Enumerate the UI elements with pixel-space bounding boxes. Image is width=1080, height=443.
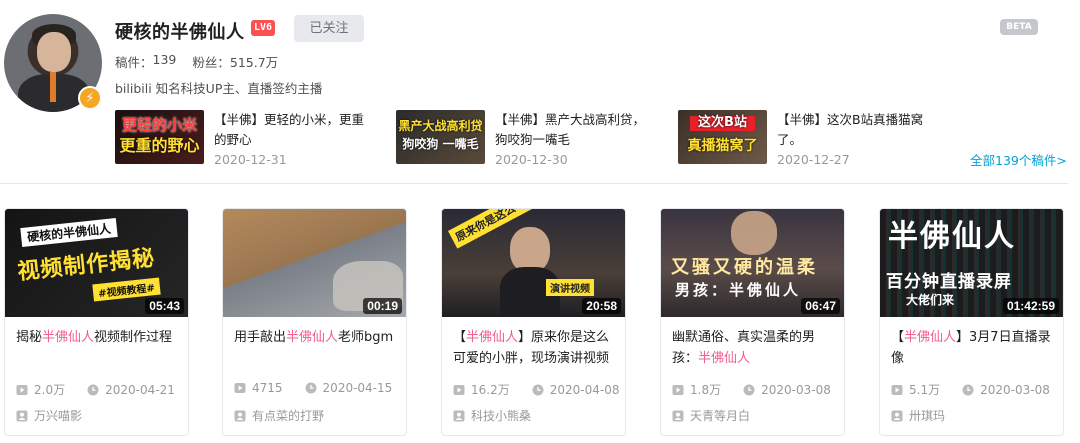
uploader-line[interactable]: 天青等月白: [672, 407, 750, 424]
video-duration: 05:43: [145, 298, 184, 314]
video-duration: 00:19: [363, 298, 402, 314]
uploader-name[interactable]: 卅琪玛: [909, 407, 945, 424]
thumbnail-text: 这次B站: [690, 115, 755, 131]
play-count: 4715: [252, 381, 283, 395]
recent-video-date: 2020-12-27: [777, 152, 850, 167]
play-count-icon: [891, 384, 903, 395]
video-meta: 2.0万 2020-04-21: [16, 381, 175, 398]
level-badge: LV6: [251, 20, 276, 36]
uploader-name[interactable]: 天青等月白: [690, 407, 750, 424]
uploader-icon: [891, 410, 903, 421]
publish-date: 2020-03-08: [761, 382, 831, 397]
play-count: 2.0万: [34, 383, 66, 397]
fans-count: 515.7万: [229, 55, 279, 70]
uploader-line[interactable]: 万兴喵影: [16, 407, 82, 424]
video-title[interactable]: 幽默通俗、真实温柔的男孩：半佛仙人: [661, 317, 844, 369]
recent-video-item[interactable]: 更轻的小米 更重的野心 【半佛】更轻的小米，更重的野心 2020-12-31: [115, 110, 364, 167]
video-cover[interactable]: 原来你是这么可爱的小胖 演讲视频 20:58: [442, 209, 625, 317]
clock-icon: [532, 384, 544, 395]
clock-icon: [962, 384, 974, 395]
video-cover[interactable]: 00:19: [223, 209, 406, 317]
video-card[interactable]: 又骚又硬的温柔 男孩：半佛仙人 06:47 幽默通俗、真实温柔的男孩：半佛仙人 …: [660, 208, 845, 436]
recent-video-date: 2020-12-31: [214, 152, 287, 167]
play-count-icon: [453, 384, 465, 395]
play-count: 1.8万: [690, 383, 722, 397]
all-videos-link[interactable]: 全部139个稿件>: [970, 150, 1067, 169]
video-meta: 4715 2020-04-15: [234, 381, 392, 395]
cover-tag: 演讲视频: [546, 279, 594, 296]
beta-badge: BETA: [1000, 19, 1038, 35]
video-cover[interactable]: 硬核的半佛仙人 视频制作揭秘 #视频教程# 05:43: [5, 209, 188, 317]
publish-date: 2020-04-21: [105, 382, 175, 397]
clock-icon: [743, 384, 755, 395]
play-count: 5.1万: [909, 383, 941, 397]
clock-icon: [87, 384, 99, 395]
uploader-icon: [672, 410, 684, 421]
video-meta: 1.8万 2020-03-08: [672, 381, 831, 398]
thumbnail-text: 更重的野心: [119, 136, 200, 155]
follow-button[interactable]: 已关注: [294, 15, 364, 42]
thumbnail-text: 更轻的小米: [121, 116, 197, 134]
recent-video-date: 2020-12-30: [495, 152, 568, 167]
uploader-line[interactable]: 卅琪玛: [891, 407, 945, 424]
user-avatar[interactable]: ⚡: [4, 14, 102, 112]
uploader-name[interactable]: 有点菜的打野: [252, 407, 324, 424]
publish-date: 2020-03-08: [980, 382, 1050, 397]
recent-video-thumbnail[interactable]: 更轻的小米 更重的野心: [115, 110, 204, 164]
video-title[interactable]: 【半佛仙人】3月7日直播录像: [880, 317, 1063, 369]
user-bio: bilibili 知名科技UP主、直播签约主播: [115, 81, 323, 96]
uploader-icon: [453, 410, 465, 421]
cover-text: 百分钟直播录屏: [886, 272, 1012, 292]
cover-text: 半佛仙人: [888, 219, 1016, 254]
cover-text: 大佬们来: [906, 293, 955, 307]
username[interactable]: 硬核的半佛仙人: [115, 18, 245, 44]
recent-video-title[interactable]: 【半佛】更轻的小米，更重的野心: [214, 110, 364, 150]
video-duration: 01:42:59: [1002, 298, 1059, 314]
publish-date: 2020-04-15: [322, 381, 393, 395]
play-count-icon: [234, 383, 246, 393]
video-duration: 20:58: [582, 298, 621, 314]
recent-video-thumbnail[interactable]: 黑产大战高利贷 狗咬狗 一嘴毛: [396, 110, 485, 164]
uploader-icon: [234, 410, 246, 421]
uploader-icon: [16, 410, 28, 421]
recent-video-thumbnail[interactable]: 这次B站 真播猫窝了: [678, 110, 767, 164]
video-cover[interactable]: 又骚又硬的温柔 男孩：半佛仙人 06:47: [661, 209, 844, 317]
uploader-name[interactable]: 万兴喵影: [34, 407, 82, 424]
video-meta: 5.1万 2020-03-08: [891, 381, 1050, 398]
video-title[interactable]: 用手敲出半佛仙人老师bgm: [223, 317, 406, 369]
play-count-icon: [672, 384, 684, 395]
video-meta: 16.2万 2020-04-08: [453, 381, 619, 398]
video-card[interactable]: 00:19 用手敲出半佛仙人老师bgm 4715 2020-04-15 有点菜的…: [222, 208, 407, 436]
video-cover[interactable]: 半佛仙人 百分钟直播录屏 大佬们来 01:42:59: [880, 209, 1063, 317]
cover-text: 男孩：半佛仙人: [675, 281, 802, 299]
divider: [0, 183, 1068, 184]
videos-count: 139: [152, 52, 177, 67]
video-card[interactable]: 半佛仙人 百分钟直播录屏 大佬们来 01:42:59 【半佛仙人】3月7日直播录…: [879, 208, 1064, 436]
recent-video-item[interactable]: 这次B站 真播猫窝了 【半佛】这次B站真播猫窝了。 2020-12-27: [678, 110, 927, 167]
uploader-line[interactable]: 科技小熊桑: [453, 407, 531, 424]
video-title[interactable]: 揭秘半佛仙人视频制作过程: [5, 317, 188, 369]
videos-label: 稿件：: [115, 55, 153, 70]
lightning-verify-icon: ⚡: [78, 86, 102, 110]
clock-icon: [305, 382, 317, 394]
video-card[interactable]: 硬核的半佛仙人 视频制作揭秘 #视频教程# 05:43 揭秘半佛仙人视频制作过程…: [4, 208, 189, 436]
video-card[interactable]: 原来你是这么可爱的小胖 演讲视频 20:58 【半佛仙人】原来你是这么可爱的小胖…: [441, 208, 626, 436]
video-duration: 06:47: [801, 298, 840, 314]
uploader-name[interactable]: 科技小熊桑: [471, 407, 531, 424]
recent-video-title[interactable]: 【半佛】这次B站真播猫窝了。: [777, 110, 927, 150]
thumbnail-text: 狗咬狗 一嘴毛: [402, 137, 479, 151]
recent-video-item[interactable]: 黑产大战高利贷 狗咬狗 一嘴毛 【半佛】黑产大战高利贷，狗咬狗一嘴毛 2020-…: [396, 110, 645, 167]
uploader-line[interactable]: 有点菜的打野: [234, 407, 324, 424]
publish-date: 2020-04-08: [549, 382, 620, 397]
cover-text: 又骚又硬的温柔: [671, 257, 818, 278]
video-title[interactable]: 【半佛仙人】原来你是这么可爱的小胖，现场演讲视频: [442, 317, 625, 369]
thumbnail-text: 真播猫窝了: [687, 138, 758, 154]
thumbnail-text: 黑产大战高利贷: [398, 119, 483, 133]
fans-label: 粉丝：: [192, 55, 230, 70]
recent-video-title[interactable]: 【半佛】黑产大战高利贷，狗咬狗一嘴毛: [495, 110, 645, 150]
play-count: 16.2万: [471, 383, 510, 397]
user-stats: 稿件： 139 粉丝： 515.7万: [115, 52, 278, 71]
play-count-icon: [16, 384, 28, 395]
